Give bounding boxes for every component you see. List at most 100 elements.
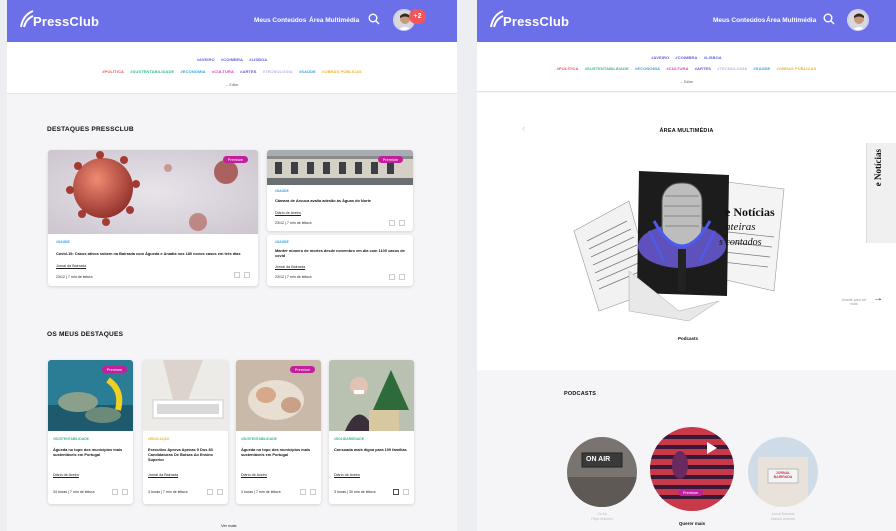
podcast-label[interactable]: On Air bbox=[567, 512, 637, 517]
article-tag[interactable]: #SAÚDE bbox=[56, 240, 70, 244]
article-source[interactable]: Jornal da Bairrada bbox=[275, 265, 305, 269]
article-title[interactable]: Águeda no topo dos municípios mais suste… bbox=[53, 447, 128, 457]
article-tag[interactable]: #SOLIDARIEDADE bbox=[334, 437, 364, 441]
my-article-card[interactable]: Premium #SUSTENTABILIDADE Águeda no topo… bbox=[236, 360, 321, 504]
tag-cultura[interactable]: #CULTURA bbox=[666, 66, 688, 71]
arrow-right-icon[interactable]: → bbox=[873, 293, 883, 304]
nav-meus-conteudos[interactable]: Meus Conteúdos bbox=[254, 17, 306, 24]
tag-tecnologia[interactable]: #TECNOLOGIA bbox=[717, 66, 747, 71]
user-avatar[interactable] bbox=[847, 9, 869, 31]
bookmark-icon[interactable] bbox=[207, 489, 213, 495]
bookmark-filled-icon[interactable] bbox=[393, 489, 399, 495]
article-title[interactable]: Covid-19: Casos ativos sobem na Bairrada… bbox=[56, 251, 250, 256]
tag-politica[interactable]: #POLÍTICA bbox=[102, 69, 124, 74]
premium-badge: Premium bbox=[101, 366, 127, 373]
my-article-card[interactable]: #SOLIDARIEDADE Consoada mais digna para … bbox=[329, 360, 414, 504]
tag-filter-bar: #AVEIRO #COIMBRA #LISBOA #POLÍTICA #SUST… bbox=[477, 42, 896, 92]
bookmark-icon[interactable] bbox=[389, 274, 395, 280]
bookmark-icon[interactable] bbox=[389, 220, 395, 226]
tag-sustentabilidade[interactable]: #SUSTENTABILIDADE bbox=[585, 66, 629, 71]
search-icon[interactable] bbox=[367, 12, 381, 26]
bookmark-icon[interactable] bbox=[234, 272, 240, 278]
podcast-jornal-bairrada[interactable]: JORNAL BAIRRADA bbox=[748, 437, 818, 507]
tag-coimbra[interactable]: #COIMBRA bbox=[675, 55, 697, 60]
tag-economia[interactable]: #ECONOMIA bbox=[181, 69, 206, 74]
multimedia-section: ‹ ÁREA MULTIMÉDIA e Notícias nteiras s c… bbox=[477, 93, 896, 370]
article-source[interactable]: Diário de Aveiro bbox=[275, 211, 301, 215]
featured-article-card[interactable]: Premium #SAÚDE Covid-19: Casos ativos so… bbox=[48, 150, 258, 286]
tag-aveiro[interactable]: #AVEIRO bbox=[197, 57, 215, 62]
article-source[interactable]: Diário de Aveiro bbox=[334, 473, 360, 477]
article-title[interactable]: Consoada mais digna para 100 famílias bbox=[334, 447, 409, 452]
notification-badge[interactable]: +2 bbox=[409, 9, 426, 24]
article-meta: 3 horas | 30 min de leitura bbox=[334, 490, 376, 494]
share-icon[interactable] bbox=[399, 274, 405, 280]
share-icon[interactable] bbox=[310, 489, 316, 495]
tag-aveiro[interactable]: #AVEIRO bbox=[651, 55, 669, 60]
article-tag[interactable]: #EDUCAÇÃO bbox=[148, 437, 169, 441]
article-meta: 23/12 | 7 min de leitura bbox=[56, 275, 93, 279]
podcast-querer-mais[interactable]: Premium bbox=[650, 427, 734, 511]
article-source[interactable]: Diário de Aveiro bbox=[53, 473, 79, 477]
article-tag[interactable]: #SUSTENTABILIDADE bbox=[241, 437, 277, 441]
nav-meus-conteudos[interactable]: Meus Conteúdos bbox=[713, 17, 765, 24]
podcast-on-air[interactable]: ON AIR bbox=[567, 437, 637, 507]
tag-obras-publicas[interactable]: #OBRAS PÚBLICAS bbox=[777, 66, 817, 71]
article-meta: 23/12 | 7 min de leitura bbox=[275, 221, 312, 225]
article-title[interactable]: Executivo Aprova Apenas 9 Dos 83 Candida… bbox=[148, 447, 223, 462]
collage-headline-3: s contados bbox=[719, 237, 762, 248]
tag-cultura[interactable]: #CULTURA bbox=[212, 69, 234, 74]
share-icon[interactable] bbox=[403, 489, 409, 495]
tag-artes[interactable]: #ARTES bbox=[695, 66, 711, 71]
tag-lisboa[interactable]: #LISBOA bbox=[704, 55, 722, 60]
tag-lisboa[interactable]: #LISBOA bbox=[249, 57, 267, 62]
article-title[interactable]: Águeda no topo dos municípios mais suste… bbox=[241, 447, 316, 457]
article-tag[interactable]: #SUSTENTABILIDADE bbox=[53, 437, 89, 441]
collage-headline-1: e Notícias bbox=[725, 205, 775, 219]
article-tag[interactable]: #SAÚDE bbox=[275, 240, 289, 244]
tag-economia[interactable]: #ECONOMIA bbox=[635, 66, 660, 71]
tag-saude[interactable]: #SAÚDE bbox=[299, 69, 316, 74]
article-source[interactable]: Jornal da Bairrada bbox=[148, 473, 178, 477]
article-source[interactable]: Diário de Aveiro bbox=[241, 473, 267, 477]
share-icon[interactable] bbox=[217, 489, 223, 495]
article-source[interactable]: Jornal da Bairrada bbox=[56, 264, 86, 268]
share-icon[interactable] bbox=[122, 489, 128, 495]
article-title[interactable]: Câmara de Arouca avalia adesão às Águas … bbox=[275, 198, 405, 203]
collage-headline-2: nteiras bbox=[725, 221, 756, 233]
my-article-card[interactable]: #EDUCAÇÃO Executivo Aprova Apenas 9 Dos … bbox=[143, 360, 228, 504]
pressclub-logo[interactable]: PressClub bbox=[20, 10, 99, 29]
podcast-label[interactable]: Jornal Bairrada bbox=[748, 512, 818, 517]
see-more-link[interactable]: Ver mais bbox=[221, 523, 237, 528]
bookmark-icon[interactable] bbox=[112, 489, 118, 495]
podcast-label[interactable]: Querer mais bbox=[650, 521, 734, 526]
search-icon[interactable] bbox=[822, 12, 836, 26]
tag-tecnologia[interactable]: #TECNOLOGIA bbox=[263, 69, 293, 74]
side-article-card[interactable]: Premium #SAÚDE Câmara de Arouca avalia a… bbox=[267, 150, 413, 231]
jornal-sign: JORNAL BAIRRADA bbox=[773, 471, 793, 479]
tag-obras-publicas[interactable]: #OBRAS PÚBLICAS bbox=[322, 69, 362, 74]
expand-tags-button[interactable]: ⌄ Editar bbox=[7, 83, 457, 87]
pressclub-logo[interactable]: PressClub bbox=[490, 10, 569, 29]
expand-tags-button[interactable]: ⌄ Editar bbox=[477, 80, 896, 84]
podcasts-section: PODCASTS ON AIR On Air Filipe Antunes Pr… bbox=[477, 370, 896, 531]
expand-tags-label: Editar bbox=[229, 83, 239, 87]
side-article-card[interactable]: #SAÚDE Manter número de mortes desde nov… bbox=[267, 235, 413, 286]
article-tag[interactable]: #SAÚDE bbox=[275, 189, 289, 193]
nav-area-multimedia[interactable]: Área Multimédia bbox=[309, 17, 359, 24]
play-icon[interactable] bbox=[706, 441, 718, 455]
bookmark-icon[interactable] bbox=[300, 489, 306, 495]
tag-sustentabilidade[interactable]: #SUSTENTABILIDADE bbox=[130, 69, 174, 74]
tag-coimbra[interactable]: #COIMBRA bbox=[221, 57, 243, 62]
on-air-sign: ON AIR bbox=[586, 456, 611, 463]
share-icon[interactable] bbox=[399, 220, 405, 226]
nav-area-multimedia[interactable]: Área Multimédia bbox=[766, 17, 816, 24]
share-icon[interactable] bbox=[244, 272, 250, 278]
tag-saude[interactable]: #SAÚDE bbox=[753, 66, 770, 71]
podcast-collage[interactable]: e Notícias nteiras s contados bbox=[569, 161, 789, 326]
tag-politica[interactable]: #POLÍTICA bbox=[557, 66, 579, 71]
my-article-card[interactable]: Premium #SUSTENTABILIDADE Águeda no topo… bbox=[48, 360, 133, 504]
article-title[interactable]: Manter número de mortes desde novembro e… bbox=[275, 248, 405, 258]
next-slide-preview[interactable]: e Notícias bbox=[866, 143, 896, 243]
tag-artes[interactable]: #ARTES bbox=[240, 69, 256, 74]
